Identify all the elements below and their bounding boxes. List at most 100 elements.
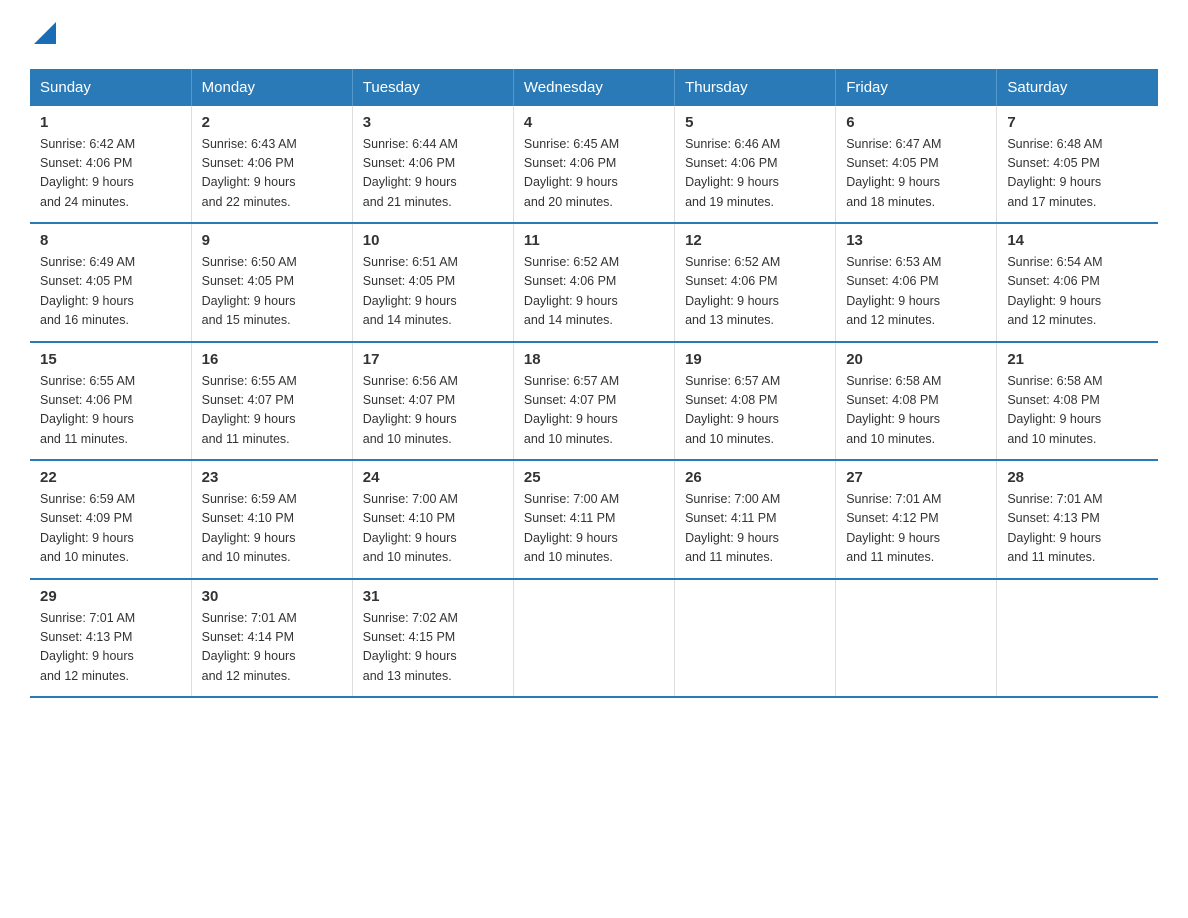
day-info: Sunrise: 6:55 AMSunset: 4:07 PMDaylight:… — [202, 374, 297, 446]
day-info: Sunrise: 6:47 AMSunset: 4:05 PMDaylight:… — [846, 137, 941, 209]
calendar-cell — [997, 579, 1158, 698]
day-info: Sunrise: 7:01 AMSunset: 4:13 PMDaylight:… — [1007, 492, 1102, 564]
day-info: Sunrise: 7:00 AMSunset: 4:10 PMDaylight:… — [363, 492, 458, 564]
calendar-cell: 11 Sunrise: 6:52 AMSunset: 4:06 PMDaylig… — [513, 223, 674, 342]
day-info: Sunrise: 6:58 AMSunset: 4:08 PMDaylight:… — [1007, 374, 1102, 446]
calendar-cell: 28 Sunrise: 7:01 AMSunset: 4:13 PMDaylig… — [997, 460, 1158, 579]
calendar-cell — [513, 579, 674, 698]
calendar-cell: 10 Sunrise: 6:51 AMSunset: 4:05 PMDaylig… — [352, 223, 513, 342]
calendar-cell: 12 Sunrise: 6:52 AMSunset: 4:06 PMDaylig… — [675, 223, 836, 342]
weekday-header-tuesday: Tuesday — [352, 69, 513, 106]
day-number: 13 — [846, 232, 986, 249]
day-number: 12 — [685, 232, 825, 249]
day-number: 21 — [1007, 351, 1148, 368]
day-info: Sunrise: 6:56 AMSunset: 4:07 PMDaylight:… — [363, 374, 458, 446]
day-number: 1 — [40, 114, 181, 131]
calendar-table: SundayMondayTuesdayWednesdayThursdayFrid… — [30, 69, 1158, 699]
calendar-cell: 6 Sunrise: 6:47 AMSunset: 4:05 PMDayligh… — [836, 106, 997, 224]
day-number: 11 — [524, 232, 664, 249]
calendar-week-row: 29 Sunrise: 7:01 AMSunset: 4:13 PMDaylig… — [30, 579, 1158, 698]
day-info: Sunrise: 6:51 AMSunset: 4:05 PMDaylight:… — [363, 255, 458, 327]
day-number: 3 — [363, 114, 503, 131]
day-number: 24 — [363, 469, 503, 486]
day-number: 15 — [40, 351, 181, 368]
weekday-header-wednesday: Wednesday — [513, 69, 674, 106]
weekday-header-row: SundayMondayTuesdayWednesdayThursdayFrid… — [30, 69, 1158, 106]
day-number: 4 — [524, 114, 664, 131]
day-info: Sunrise: 6:44 AMSunset: 4:06 PMDaylight:… — [363, 137, 458, 209]
day-info: Sunrise: 7:00 AMSunset: 4:11 PMDaylight:… — [524, 492, 619, 564]
day-info: Sunrise: 6:52 AMSunset: 4:06 PMDaylight:… — [524, 255, 619, 327]
day-info: Sunrise: 7:00 AMSunset: 4:11 PMDaylight:… — [685, 492, 780, 564]
day-number: 5 — [685, 114, 825, 131]
day-number: 14 — [1007, 232, 1148, 249]
day-info: Sunrise: 6:57 AMSunset: 4:07 PMDaylight:… — [524, 374, 619, 446]
day-info: Sunrise: 6:52 AMSunset: 4:06 PMDaylight:… — [685, 255, 780, 327]
calendar-cell: 18 Sunrise: 6:57 AMSunset: 4:07 PMDaylig… — [513, 342, 674, 461]
day-info: Sunrise: 6:48 AMSunset: 4:05 PMDaylight:… — [1007, 137, 1102, 209]
weekday-header-friday: Friday — [836, 69, 997, 106]
calendar-cell — [675, 579, 836, 698]
day-number: 19 — [685, 351, 825, 368]
calendar-cell: 16 Sunrise: 6:55 AMSunset: 4:07 PMDaylig… — [191, 342, 352, 461]
weekday-header-sunday: Sunday — [30, 69, 191, 106]
day-number: 16 — [202, 351, 342, 368]
calendar-body: 1 Sunrise: 6:42 AMSunset: 4:06 PMDayligh… — [30, 106, 1158, 698]
day-info: Sunrise: 7:01 AMSunset: 4:12 PMDaylight:… — [846, 492, 941, 564]
day-number: 6 — [846, 114, 986, 131]
day-number: 26 — [685, 469, 825, 486]
day-number: 8 — [40, 232, 181, 249]
calendar-cell: 30 Sunrise: 7:01 AMSunset: 4:14 PMDaylig… — [191, 579, 352, 698]
calendar-cell: 4 Sunrise: 6:45 AMSunset: 4:06 PMDayligh… — [513, 106, 674, 224]
day-info: Sunrise: 6:58 AMSunset: 4:08 PMDaylight:… — [846, 374, 941, 446]
day-number: 25 — [524, 469, 664, 486]
day-info: Sunrise: 6:45 AMSunset: 4:06 PMDaylight:… — [524, 137, 619, 209]
day-number: 2 — [202, 114, 342, 131]
calendar-week-row: 22 Sunrise: 6:59 AMSunset: 4:09 PMDaylig… — [30, 460, 1158, 579]
weekday-header-monday: Monday — [191, 69, 352, 106]
day-info: Sunrise: 6:43 AMSunset: 4:06 PMDaylight:… — [202, 137, 297, 209]
calendar-cell: 13 Sunrise: 6:53 AMSunset: 4:06 PMDaylig… — [836, 223, 997, 342]
day-number: 20 — [846, 351, 986, 368]
day-info: Sunrise: 6:55 AMSunset: 4:06 PMDaylight:… — [40, 374, 135, 446]
day-info: Sunrise: 7:01 AMSunset: 4:14 PMDaylight:… — [202, 611, 297, 683]
weekday-header-saturday: Saturday — [997, 69, 1158, 106]
calendar-cell: 25 Sunrise: 7:00 AMSunset: 4:11 PMDaylig… — [513, 460, 674, 579]
calendar-cell: 21 Sunrise: 6:58 AMSunset: 4:08 PMDaylig… — [997, 342, 1158, 461]
calendar-cell: 23 Sunrise: 6:59 AMSunset: 4:10 PMDaylig… — [191, 460, 352, 579]
page-header — [30, 20, 1158, 49]
day-info: Sunrise: 7:01 AMSunset: 4:13 PMDaylight:… — [40, 611, 135, 683]
calendar-cell: 5 Sunrise: 6:46 AMSunset: 4:06 PMDayligh… — [675, 106, 836, 224]
calendar-week-row: 8 Sunrise: 6:49 AMSunset: 4:05 PMDayligh… — [30, 223, 1158, 342]
calendar-cell: 7 Sunrise: 6:48 AMSunset: 4:05 PMDayligh… — [997, 106, 1158, 224]
day-number: 17 — [363, 351, 503, 368]
calendar-cell: 14 Sunrise: 6:54 AMSunset: 4:06 PMDaylig… — [997, 223, 1158, 342]
day-info: Sunrise: 7:02 AMSunset: 4:15 PMDaylight:… — [363, 611, 458, 683]
calendar-cell: 19 Sunrise: 6:57 AMSunset: 4:08 PMDaylig… — [675, 342, 836, 461]
day-info: Sunrise: 6:54 AMSunset: 4:06 PMDaylight:… — [1007, 255, 1102, 327]
day-number: 9 — [202, 232, 342, 249]
day-number: 23 — [202, 469, 342, 486]
weekday-header-thursday: Thursday — [675, 69, 836, 106]
calendar-cell: 1 Sunrise: 6:42 AMSunset: 4:06 PMDayligh… — [30, 106, 191, 224]
day-number: 28 — [1007, 469, 1148, 486]
calendar-cell — [836, 579, 997, 698]
calendar-cell: 29 Sunrise: 7:01 AMSunset: 4:13 PMDaylig… — [30, 579, 191, 698]
calendar-cell: 31 Sunrise: 7:02 AMSunset: 4:15 PMDaylig… — [352, 579, 513, 698]
logo-triangle-icon — [34, 22, 56, 44]
day-number: 31 — [363, 588, 503, 605]
calendar-cell: 3 Sunrise: 6:44 AMSunset: 4:06 PMDayligh… — [352, 106, 513, 224]
day-info: Sunrise: 6:53 AMSunset: 4:06 PMDaylight:… — [846, 255, 941, 327]
calendar-cell: 15 Sunrise: 6:55 AMSunset: 4:06 PMDaylig… — [30, 342, 191, 461]
calendar-cell: 20 Sunrise: 6:58 AMSunset: 4:08 PMDaylig… — [836, 342, 997, 461]
day-info: Sunrise: 6:59 AMSunset: 4:10 PMDaylight:… — [202, 492, 297, 564]
calendar-cell: 26 Sunrise: 7:00 AMSunset: 4:11 PMDaylig… — [675, 460, 836, 579]
day-number: 10 — [363, 232, 503, 249]
day-info: Sunrise: 6:42 AMSunset: 4:06 PMDaylight:… — [40, 137, 135, 209]
calendar-cell: 2 Sunrise: 6:43 AMSunset: 4:06 PMDayligh… — [191, 106, 352, 224]
day-info: Sunrise: 6:50 AMSunset: 4:05 PMDaylight:… — [202, 255, 297, 327]
day-number: 7 — [1007, 114, 1148, 131]
calendar-cell: 9 Sunrise: 6:50 AMSunset: 4:05 PMDayligh… — [191, 223, 352, 342]
day-info: Sunrise: 6:49 AMSunset: 4:05 PMDaylight:… — [40, 255, 135, 327]
logo — [30, 20, 56, 49]
